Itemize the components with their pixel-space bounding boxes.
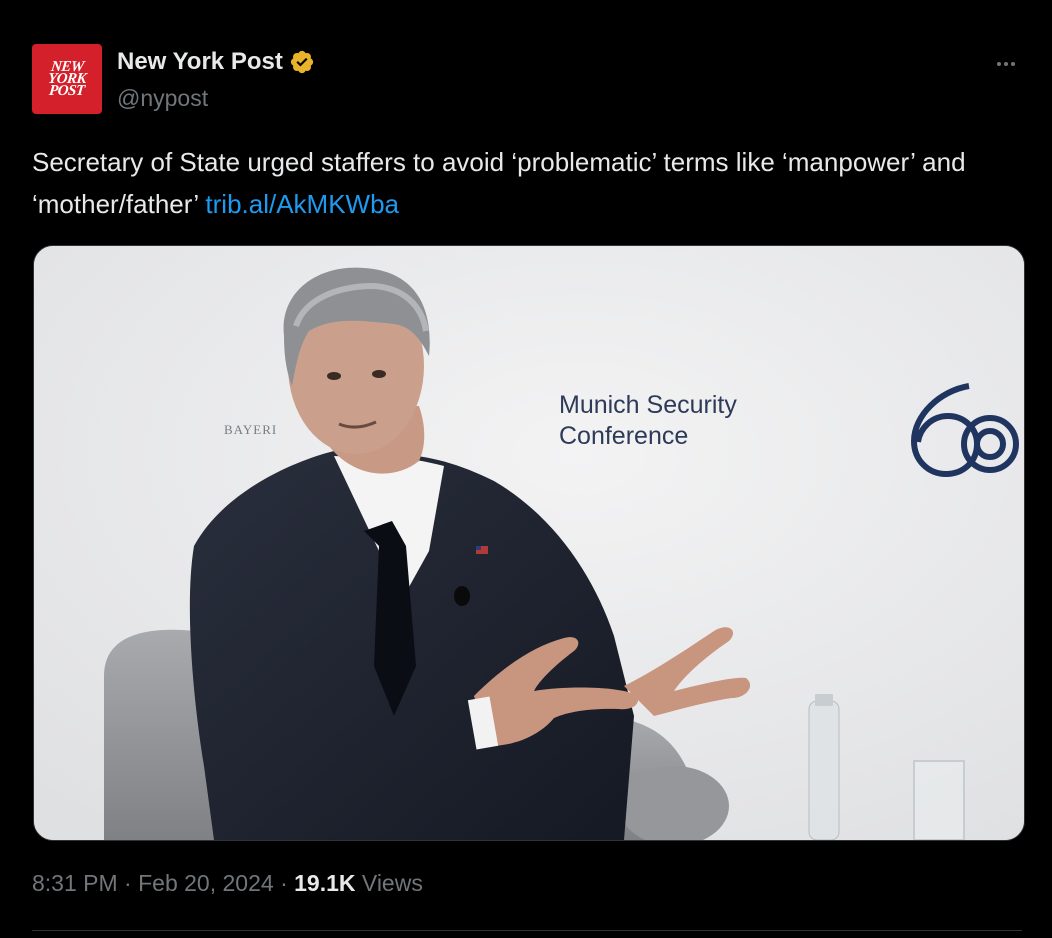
author-handle[interactable]: @nypost — [117, 85, 208, 112]
tweet-link[interactable]: trib.al/AkMKWba — [205, 189, 399, 219]
sponsor-text: BAYERI — [224, 422, 277, 437]
author-name[interactable]: New York Post — [117, 48, 283, 76]
verified-badge-icon — [290, 50, 313, 74]
views-label: Views — [361, 870, 423, 896]
tweet-date[interactable]: Feb 20, 2024 — [138, 870, 274, 896]
backdrop-text-line-2: Conference — [559, 422, 688, 450]
avatar[interactable]: NEW YORK POST — [32, 44, 102, 114]
meta-separator-2: · — [280, 870, 288, 896]
more-dots-icon — [997, 62, 1015, 66]
tweet-photo[interactable]: BAYERI Munich Security Conference — [33, 245, 1025, 841]
tweet-body: Secretary of State urged staffers to avo… — [32, 147, 966, 219]
divider — [32, 930, 1022, 931]
views-count: 19.1K — [294, 870, 356, 896]
tweet-time[interactable]: 8:31 PM — [32, 870, 118, 896]
photo-illustration: BAYERI Munich Security Conference — [34, 246, 1024, 840]
more-button[interactable] — [990, 48, 1022, 80]
avatar-line-3: POST — [48, 83, 86, 100]
tweet[interactable]: NEW YORK POST New York Post @nypost Secr… — [0, 0, 1052, 938]
tweet-meta: 8:31 PM · Feb 20, 2024 · 19.1K Views — [32, 870, 423, 897]
backdrop-text-line-1: Munich Security — [559, 391, 737, 419]
tweet-text: Secretary of State urged staffers to avo… — [32, 141, 1012, 225]
meta-separator-1: · — [124, 870, 132, 896]
author-name-row[interactable]: New York Post — [117, 48, 315, 76]
